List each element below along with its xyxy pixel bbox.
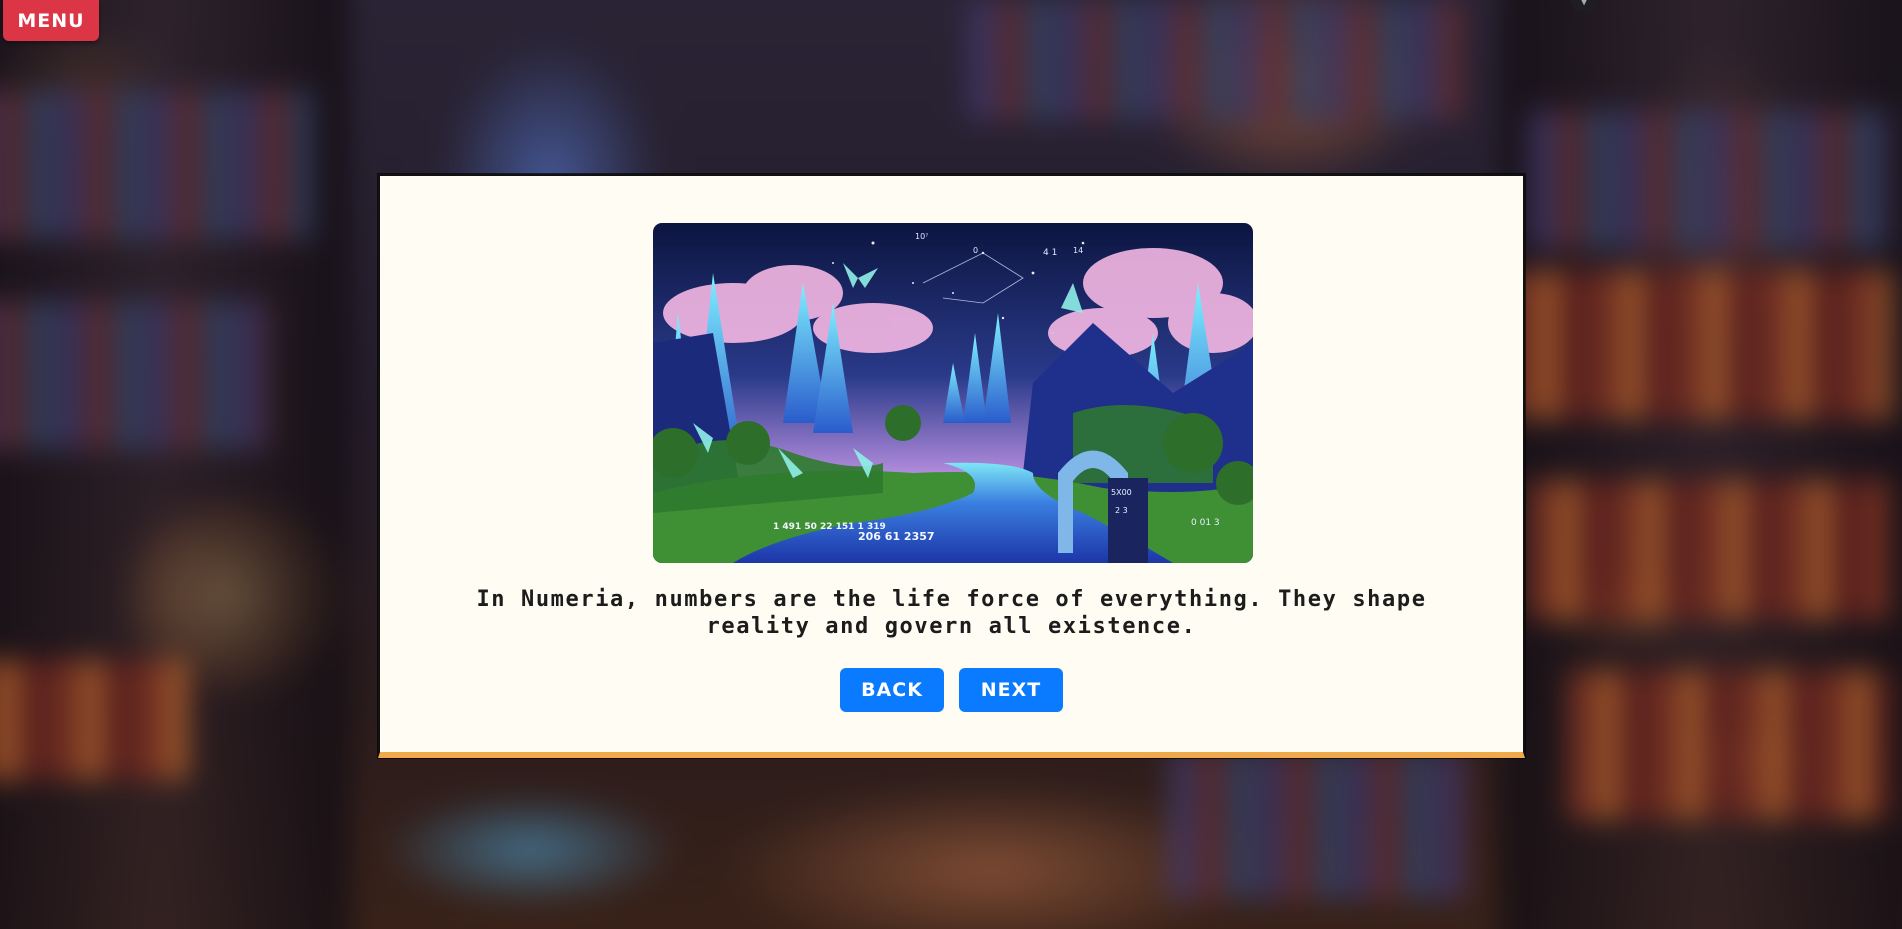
story-text: In Numeria, numbers are the life force o… [476,587,1427,639]
svg-text:14: 14 [1073,246,1083,255]
story-dialog: 10⁷ 0 4 1 14 5X00 2 3 0 01 3 206 61 2357… [378,174,1525,758]
next-button[interactable]: NEXT [959,668,1063,712]
svg-text:2 3: 2 3 [1115,506,1128,515]
dialog-navigation: BACK NEXT [380,668,1523,712]
svg-text:1 491 50 22 151 1 319: 1 491 50 22 151 1 319 [773,522,886,532]
menu-button[interactable]: MENU [3,0,99,41]
back-button[interactable]: BACK [840,668,944,712]
svg-text:0 01 3: 0 01 3 [1191,518,1220,528]
svg-text:0: 0 [973,246,978,255]
svg-text:5X00: 5X00 [1111,488,1132,497]
svg-text:10⁷: 10⁷ [915,232,928,241]
story-illustration: 10⁷ 0 4 1 14 5X00 2 3 0 01 3 206 61 2357… [653,223,1253,563]
game-scene: MENU ▼ 10⁷ 0 4 1 14 5X00 2 3 0 01 3 206 … [0,0,1902,929]
svg-text:4 1: 4 1 [1043,248,1057,258]
